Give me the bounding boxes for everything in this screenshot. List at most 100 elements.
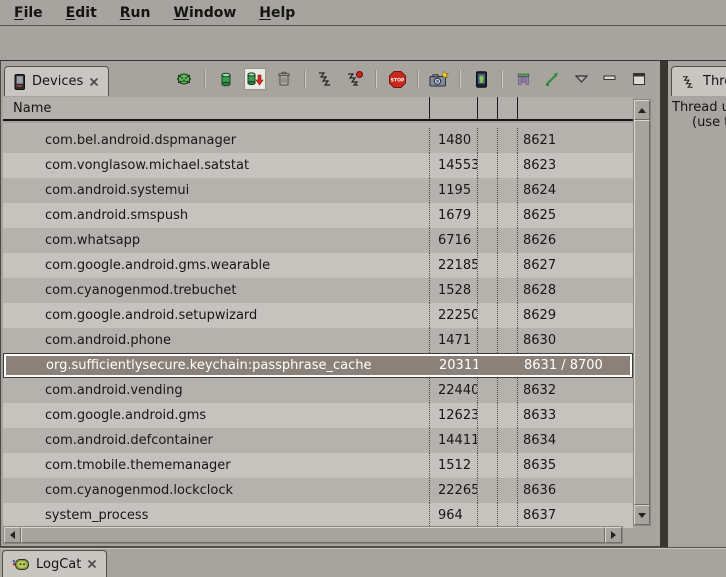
process-pid-cell: 1512 bbox=[429, 453, 477, 478]
empty-cell bbox=[497, 378, 517, 403]
tab-logcat[interactable]: LogCat bbox=[2, 550, 107, 577]
process-name-cell: org.sufficientlysecure.keychain:passphra… bbox=[4, 354, 430, 377]
table-row[interactable]: com.vonglasow.michael.satstat 14553 8623 bbox=[3, 153, 633, 178]
dump-hprof-icon[interactable] bbox=[244, 68, 266, 90]
table-row[interactable]: com.android.systemui 1195 8624 bbox=[3, 178, 633, 203]
table-row[interactable]: org.sufficientlysecure.keychain:passphra… bbox=[3, 353, 633, 378]
tab-devices-label: Devices bbox=[32, 74, 83, 89]
process-pid-cell: 6716 bbox=[429, 228, 477, 253]
process-pid-cell: 22250 bbox=[429, 303, 477, 328]
process-port-cell: 8634 bbox=[517, 428, 633, 453]
empty-cell bbox=[477, 128, 497, 153]
process-name-cell: com.google.android.gms.wearable bbox=[3, 253, 429, 278]
toolbar-separator bbox=[304, 70, 306, 88]
close-icon[interactable] bbox=[87, 559, 97, 569]
column-header-spacer1[interactable] bbox=[477, 97, 497, 119]
threads-view: Threads Thread updates not enabled for s… bbox=[668, 60, 726, 547]
table-row[interactable]: com.whatsapp 6716 8626 bbox=[3, 228, 633, 253]
table-row[interactable]: system_process 964 8637 bbox=[3, 503, 633, 528]
left-arrow-icon bbox=[10, 531, 15, 539]
threads-tabstrip: Threads bbox=[668, 61, 726, 96]
table-row[interactable]: com.bel.android.dspmanager 1480 8621 bbox=[3, 128, 633, 153]
process-port-cell: 8631 / 8700 bbox=[518, 354, 632, 377]
column-header-spacer2[interactable] bbox=[497, 97, 517, 119]
logcat-icon bbox=[12, 557, 30, 571]
column-header-name-label: Name bbox=[13, 101, 51, 116]
scroll-down-button[interactable] bbox=[634, 505, 650, 525]
empty-cell bbox=[477, 253, 497, 278]
device-view-icon[interactable] bbox=[470, 68, 492, 90]
right-arrow-icon bbox=[611, 531, 616, 539]
process-name-cell: com.bel.android.dspmanager bbox=[3, 128, 429, 153]
process-port-cell: 8630 bbox=[517, 328, 633, 353]
scroll-up-button[interactable] bbox=[634, 100, 650, 120]
phone-icon bbox=[14, 74, 26, 90]
table-row[interactable]: com.google.android.gms 12623 8633 bbox=[3, 403, 633, 428]
vertical-scrollbar-thumb[interactable] bbox=[634, 120, 650, 505]
menu-help[interactable]: Help bbox=[256, 4, 298, 22]
devices-view: Devices bbox=[0, 60, 660, 547]
table-row[interactable]: com.android.vending 22440 8632 bbox=[3, 378, 633, 403]
scroll-left-button[interactable] bbox=[4, 527, 21, 543]
column-header-pid[interactable] bbox=[429, 97, 477, 119]
table-row[interactable]: com.google.android.gms.wearable 22185 86… bbox=[3, 253, 633, 278]
empty-cell bbox=[477, 478, 497, 503]
column-header-port[interactable] bbox=[517, 97, 633, 119]
toolbar-separator bbox=[459, 70, 461, 88]
process-name-cell: com.android.smspush bbox=[3, 203, 429, 228]
view-menu-icon[interactable] bbox=[570, 68, 592, 90]
empty-cell bbox=[497, 303, 517, 328]
update-threads-alert-icon[interactable] bbox=[344, 68, 366, 90]
empty-cell bbox=[477, 403, 497, 428]
screen-capture-icon[interactable] bbox=[428, 68, 450, 90]
process-name-cell: system_process bbox=[3, 503, 429, 528]
process-port-cell: 8632 bbox=[517, 378, 633, 403]
table-row[interactable]: com.android.smspush 1679 8625 bbox=[3, 203, 633, 228]
empty-cell bbox=[477, 378, 497, 403]
process-pid-cell: 14411 bbox=[429, 428, 477, 453]
panel-divider[interactable] bbox=[660, 60, 668, 547]
menu-edit[interactable]: Edit bbox=[63, 4, 100, 22]
update-heap-icon[interactable] bbox=[215, 68, 237, 90]
method-profiling-icon[interactable] bbox=[512, 68, 534, 90]
table-row[interactable]: com.android.defcontainer 14411 8634 bbox=[3, 428, 633, 453]
cause-gc-icon[interactable] bbox=[273, 68, 295, 90]
table-row[interactable]: com.android.phone 1471 8630 bbox=[3, 328, 633, 353]
process-port-cell: 8629 bbox=[517, 303, 633, 328]
close-icon[interactable] bbox=[89, 77, 99, 87]
horizontal-scrollbar[interactable] bbox=[3, 526, 623, 544]
toolbar-separator bbox=[501, 70, 503, 88]
devices-toolbar: STOP bbox=[173, 65, 650, 93]
minimize-icon[interactable] bbox=[599, 68, 621, 90]
empty-cell bbox=[497, 328, 517, 353]
vertical-scrollbar[interactable] bbox=[633, 99, 651, 526]
table-row[interactable]: com.cyanogenmod.trebuchet 1528 8628 bbox=[3, 278, 633, 303]
view-top-edge bbox=[0, 60, 726, 61]
empty-cell bbox=[477, 303, 497, 328]
empty-cell bbox=[477, 453, 497, 478]
threads-message-line2: (use toolbar button to enable) bbox=[670, 115, 726, 130]
update-threads-icon[interactable] bbox=[315, 68, 337, 90]
menu-file[interactable]: File bbox=[11, 4, 46, 22]
empty-cell bbox=[498, 354, 518, 377]
maximize-icon[interactable] bbox=[628, 68, 650, 90]
tab-devices[interactable]: Devices bbox=[4, 66, 109, 96]
process-name-cell: com.android.phone bbox=[3, 328, 429, 353]
stop-process-icon[interactable]: STOP bbox=[386, 68, 408, 90]
debug-icon[interactable] bbox=[173, 68, 195, 90]
empty-cell bbox=[477, 153, 497, 178]
down-arrow-icon bbox=[638, 513, 646, 518]
tab-threads[interactable]: Threads bbox=[671, 66, 726, 96]
scroll-right-button[interactable] bbox=[605, 527, 622, 543]
table-row[interactable]: com.google.android.setupwizard 22250 862… bbox=[3, 303, 633, 328]
tab-threads-label: Threads bbox=[703, 74, 726, 89]
network-stats-icon[interactable] bbox=[541, 68, 563, 90]
horizontal-scrollbar-thumb[interactable] bbox=[21, 527, 605, 543]
table-row[interactable]: com.tmobile.thememanager 1512 8635 bbox=[3, 453, 633, 478]
column-header-name[interactable]: Name bbox=[3, 97, 429, 119]
table-row[interactable]: com.cyanogenmod.lockclock 22265 8636 bbox=[3, 478, 633, 503]
menu-run[interactable]: Run bbox=[117, 4, 154, 22]
menu-window[interactable]: Window bbox=[170, 4, 239, 22]
process-name-cell: com.android.vending bbox=[3, 378, 429, 403]
empty-cell bbox=[477, 428, 497, 453]
